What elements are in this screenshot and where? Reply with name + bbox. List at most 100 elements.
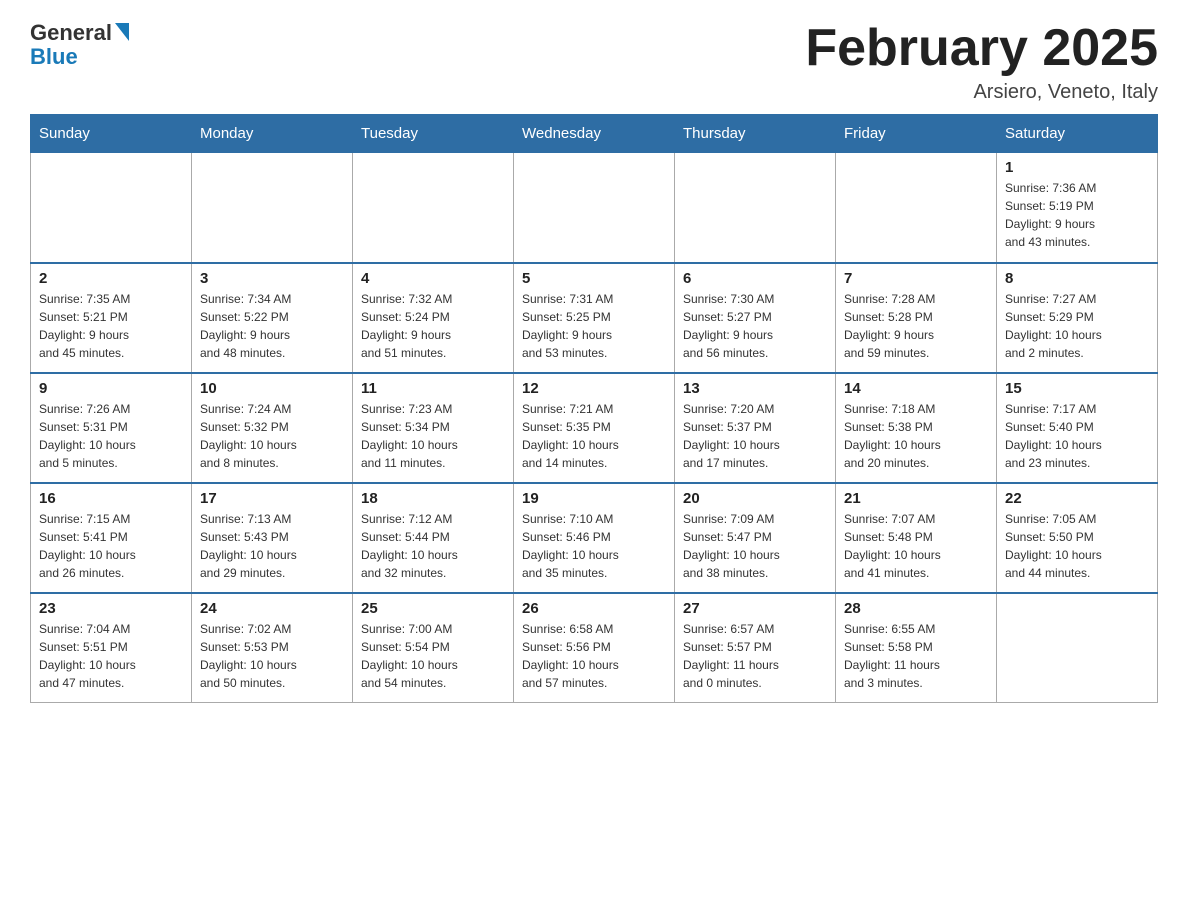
logo: General Blue [30, 20, 129, 70]
day-number: 18 [361, 490, 505, 507]
day-info: Sunrise: 7:00 AM Sunset: 5:54 PM Dayligh… [361, 620, 505, 692]
calendar-cell: 20 Sunrise: 7:09 AM Sunset: 5:47 PM Dayli… [675, 483, 836, 593]
calendar-cell: 23Sunrise: 7:04 AM Sunset: 5:51 PM Dayli… [31, 593, 192, 703]
day-info: Sunrise: 7:35 AM Sunset: 5:21 PM Dayligh… [39, 290, 183, 362]
calendar-cell: 25 Sunrise: 7:00 AM Sunset: 5:54 PM Dayli… [353, 593, 514, 703]
calendar-cell: 9 Sunrise: 7:26 AM Sunset: 5:31 PM Daylig… [31, 373, 192, 483]
day-number: 4 [361, 270, 505, 287]
day-info: Sunrise: 7:05 AM Sunset: 5:50 PM Dayligh… [1005, 510, 1149, 582]
calendar-cell: 28 Sunrise: 6:55 AM Sunset: 5:58 PM Dayli… [836, 593, 997, 703]
day-info: Sunrise: 6:58 AM Sunset: 5:56 PM Dayligh… [522, 620, 666, 692]
day-number: 25 [361, 600, 505, 617]
week-row-4: 16Sunrise: 7:15 AM Sunset: 5:41 PM Dayli… [31, 483, 1158, 593]
calendar-cell: 22 Sunrise: 7:05 AM Sunset: 5:50 PM Dayli… [997, 483, 1158, 593]
day-number: 14 [844, 380, 988, 397]
day-info: Sunrise: 7:31 AM Sunset: 5:25 PM Dayligh… [522, 290, 666, 362]
calendar-cell: 10Sunrise: 7:24 AM Sunset: 5:32 PM Dayli… [192, 373, 353, 483]
day-number: 11 [361, 380, 505, 397]
calendar-cell: 26 Sunrise: 6:58 AM Sunset: 5:56 PM Dayli… [514, 593, 675, 703]
calendar-cell: 5 Sunrise: 7:31 AM Sunset: 5:25 PM Daylig… [514, 263, 675, 373]
day-number: 22 [1005, 490, 1149, 507]
logo-blue-text: Blue [30, 44, 78, 70]
day-info: Sunrise: 6:57 AM Sunset: 5:57 PM Dayligh… [683, 620, 827, 692]
day-number: 10 [200, 380, 344, 397]
day-header-thursday: Thursday [675, 115, 836, 153]
day-info: Sunrise: 7:27 AM Sunset: 5:29 PM Dayligh… [1005, 290, 1149, 362]
calendar-cell: 27 Sunrise: 6:57 AM Sunset: 5:57 PM Dayli… [675, 593, 836, 703]
week-row-2: 2 Sunrise: 7:35 AM Sunset: 5:21 PM Daylig… [31, 263, 1158, 373]
day-header-monday: Monday [192, 115, 353, 153]
day-info: Sunrise: 7:13 AM Sunset: 5:43 PM Dayligh… [200, 510, 344, 582]
week-row-1: 1Sunrise: 7:36 AM Sunset: 5:19 PM Daylig… [31, 153, 1158, 263]
day-number: 13 [683, 380, 827, 397]
location-text: Arsiero, Veneto, Italy [805, 81, 1158, 104]
calendar-cell [192, 153, 353, 263]
day-info: Sunrise: 7:09 AM Sunset: 5:47 PM Dayligh… [683, 510, 827, 582]
day-number: 27 [683, 600, 827, 617]
day-number: 15 [1005, 380, 1149, 397]
day-info: Sunrise: 6:55 AM Sunset: 5:58 PM Dayligh… [844, 620, 988, 692]
day-info: Sunrise: 7:30 AM Sunset: 5:27 PM Dayligh… [683, 290, 827, 362]
month-title: February 2025 [805, 20, 1158, 77]
calendar-cell: 13 Sunrise: 7:20 AM Sunset: 5:37 PM Dayli… [675, 373, 836, 483]
day-number: 17 [200, 490, 344, 507]
day-info: Sunrise: 7:17 AM Sunset: 5:40 PM Dayligh… [1005, 400, 1149, 472]
day-number: 24 [200, 600, 344, 617]
day-info: Sunrise: 7:36 AM Sunset: 5:19 PM Dayligh… [1005, 179, 1149, 251]
day-header-friday: Friday [836, 115, 997, 153]
calendar-cell: 11Sunrise: 7:23 AM Sunset: 5:34 PM Dayli… [353, 373, 514, 483]
day-number: 20 [683, 490, 827, 507]
logo-triangle-icon [115, 23, 129, 41]
calendar-cell: 18 Sunrise: 7:12 AM Sunset: 5:44 PM Dayli… [353, 483, 514, 593]
day-number: 2 [39, 270, 183, 287]
calendar-cell: 15 Sunrise: 7:17 AM Sunset: 5:40 PM Dayli… [997, 373, 1158, 483]
day-number: 8 [1005, 270, 1149, 287]
week-row-3: 9 Sunrise: 7:26 AM Sunset: 5:31 PM Daylig… [31, 373, 1158, 483]
calendar-cell: 24 Sunrise: 7:02 AM Sunset: 5:53 PM Dayli… [192, 593, 353, 703]
calendar-cell [31, 153, 192, 263]
day-info: Sunrise: 7:20 AM Sunset: 5:37 PM Dayligh… [683, 400, 827, 472]
day-number: 3 [200, 270, 344, 287]
calendar-cell [514, 153, 675, 263]
day-info: Sunrise: 7:21 AM Sunset: 5:35 PM Dayligh… [522, 400, 666, 472]
title-section: February 2025 Arsiero, Veneto, Italy [805, 20, 1158, 104]
day-number: 21 [844, 490, 988, 507]
calendar-cell: 19 Sunrise: 7:10 AM Sunset: 5:46 PM Dayli… [514, 483, 675, 593]
day-info: Sunrise: 7:07 AM Sunset: 5:48 PM Dayligh… [844, 510, 988, 582]
calendar-cell: 16Sunrise: 7:15 AM Sunset: 5:41 PM Dayli… [31, 483, 192, 593]
page-header: General Blue February 2025 Arsiero, Vene… [30, 20, 1158, 104]
week-row-5: 23Sunrise: 7:04 AM Sunset: 5:51 PM Dayli… [31, 593, 1158, 703]
day-header-tuesday: Tuesday [353, 115, 514, 153]
calendar-cell: 6 Sunrise: 7:30 AM Sunset: 5:27 PM Daylig… [675, 263, 836, 373]
day-info: Sunrise: 7:12 AM Sunset: 5:44 PM Dayligh… [361, 510, 505, 582]
day-info: Sunrise: 7:28 AM Sunset: 5:28 PM Dayligh… [844, 290, 988, 362]
day-info: Sunrise: 7:10 AM Sunset: 5:46 PM Dayligh… [522, 510, 666, 582]
calendar-cell: 12Sunrise: 7:21 AM Sunset: 5:35 PM Dayli… [514, 373, 675, 483]
day-number: 9 [39, 380, 183, 397]
calendar-cell [353, 153, 514, 263]
calendar-cell: 2 Sunrise: 7:35 AM Sunset: 5:21 PM Daylig… [31, 263, 192, 373]
logo-general-text: General [30, 20, 112, 46]
calendar-cell: 8 Sunrise: 7:27 AM Sunset: 5:29 PM Daylig… [997, 263, 1158, 373]
day-number: 23 [39, 600, 183, 617]
day-info: Sunrise: 7:26 AM Sunset: 5:31 PM Dayligh… [39, 400, 183, 472]
calendar-cell [836, 153, 997, 263]
day-number: 5 [522, 270, 666, 287]
day-header-saturday: Saturday [997, 115, 1158, 153]
day-info: Sunrise: 7:18 AM Sunset: 5:38 PM Dayligh… [844, 400, 988, 472]
day-info: Sunrise: 7:02 AM Sunset: 5:53 PM Dayligh… [200, 620, 344, 692]
day-number: 7 [844, 270, 988, 287]
calendar-cell [997, 593, 1158, 703]
day-info: Sunrise: 7:34 AM Sunset: 5:22 PM Dayligh… [200, 290, 344, 362]
calendar-cell: 7 Sunrise: 7:28 AM Sunset: 5:28 PM Daylig… [836, 263, 997, 373]
calendar-cell: 1Sunrise: 7:36 AM Sunset: 5:19 PM Daylig… [997, 153, 1158, 263]
calendar-table: SundayMondayTuesdayWednesdayThursdayFrid… [30, 114, 1158, 703]
day-header-wednesday: Wednesday [514, 115, 675, 153]
day-info: Sunrise: 7:32 AM Sunset: 5:24 PM Dayligh… [361, 290, 505, 362]
days-header-row: SundayMondayTuesdayWednesdayThursdayFrid… [31, 115, 1158, 153]
day-number: 28 [844, 600, 988, 617]
day-number: 19 [522, 490, 666, 507]
calendar-cell: 21 Sunrise: 7:07 AM Sunset: 5:48 PM Dayli… [836, 483, 997, 593]
day-number: 26 [522, 600, 666, 617]
day-number: 6 [683, 270, 827, 287]
